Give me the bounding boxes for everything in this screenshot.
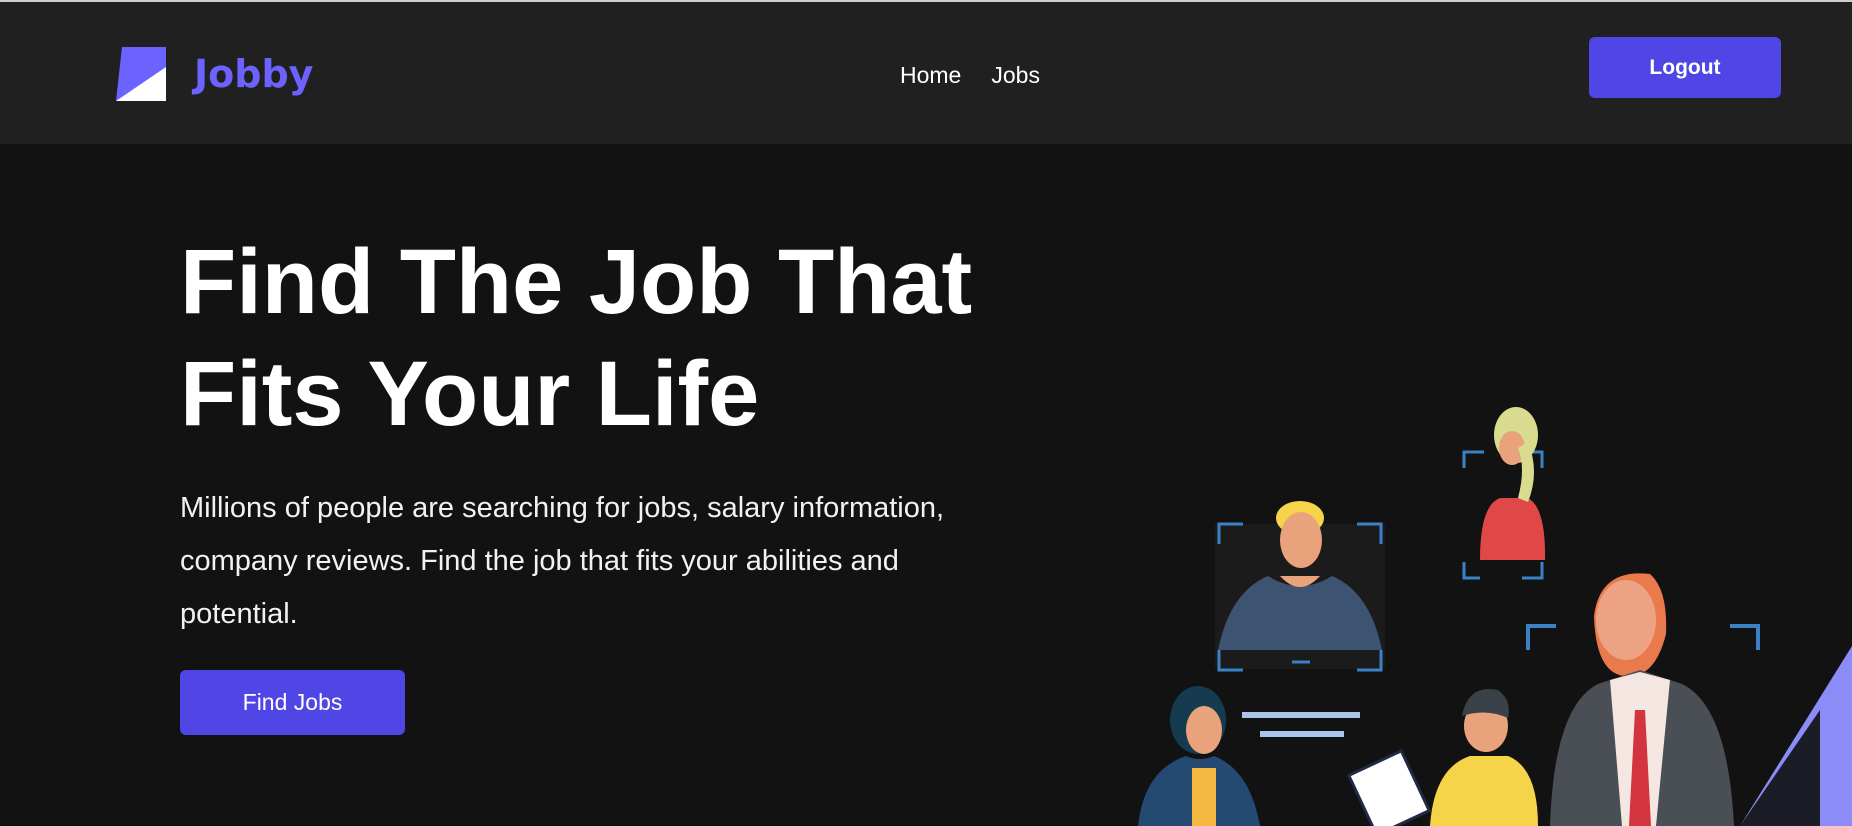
logo-text: Jobby [194,52,314,96]
jobby-logo-icon [116,47,166,101]
nav-link-home[interactable]: Home [900,62,961,89]
find-jobs-button[interactable]: Find Jobs [180,670,405,735]
woman-avatar-illustration [1462,407,1546,580]
man-avatar-illustration [1215,501,1385,672]
nav-links: Home Jobs [900,62,1040,89]
hero-title: Find The Job That Fits Your Life [180,226,1000,450]
woman-with-dark-hair-illustration [1138,686,1260,826]
navbar: Jobby Home Jobs Logout [0,2,1852,144]
hero-description: Millions of people are searching for job… [180,492,945,630]
man-with-clipboard-illustration [1346,689,1538,826]
businessman-illustration [1526,573,1760,826]
hero-title-line-2: Fits Your Life [180,343,760,445]
nav-link-jobs[interactable]: Jobs [991,62,1040,89]
logo[interactable]: Jobby [116,46,326,102]
hero-illustration [1138,407,1852,826]
hero-title-line-1: Find The Job That [180,231,973,333]
logout-button[interactable]: Logout [1589,37,1781,98]
